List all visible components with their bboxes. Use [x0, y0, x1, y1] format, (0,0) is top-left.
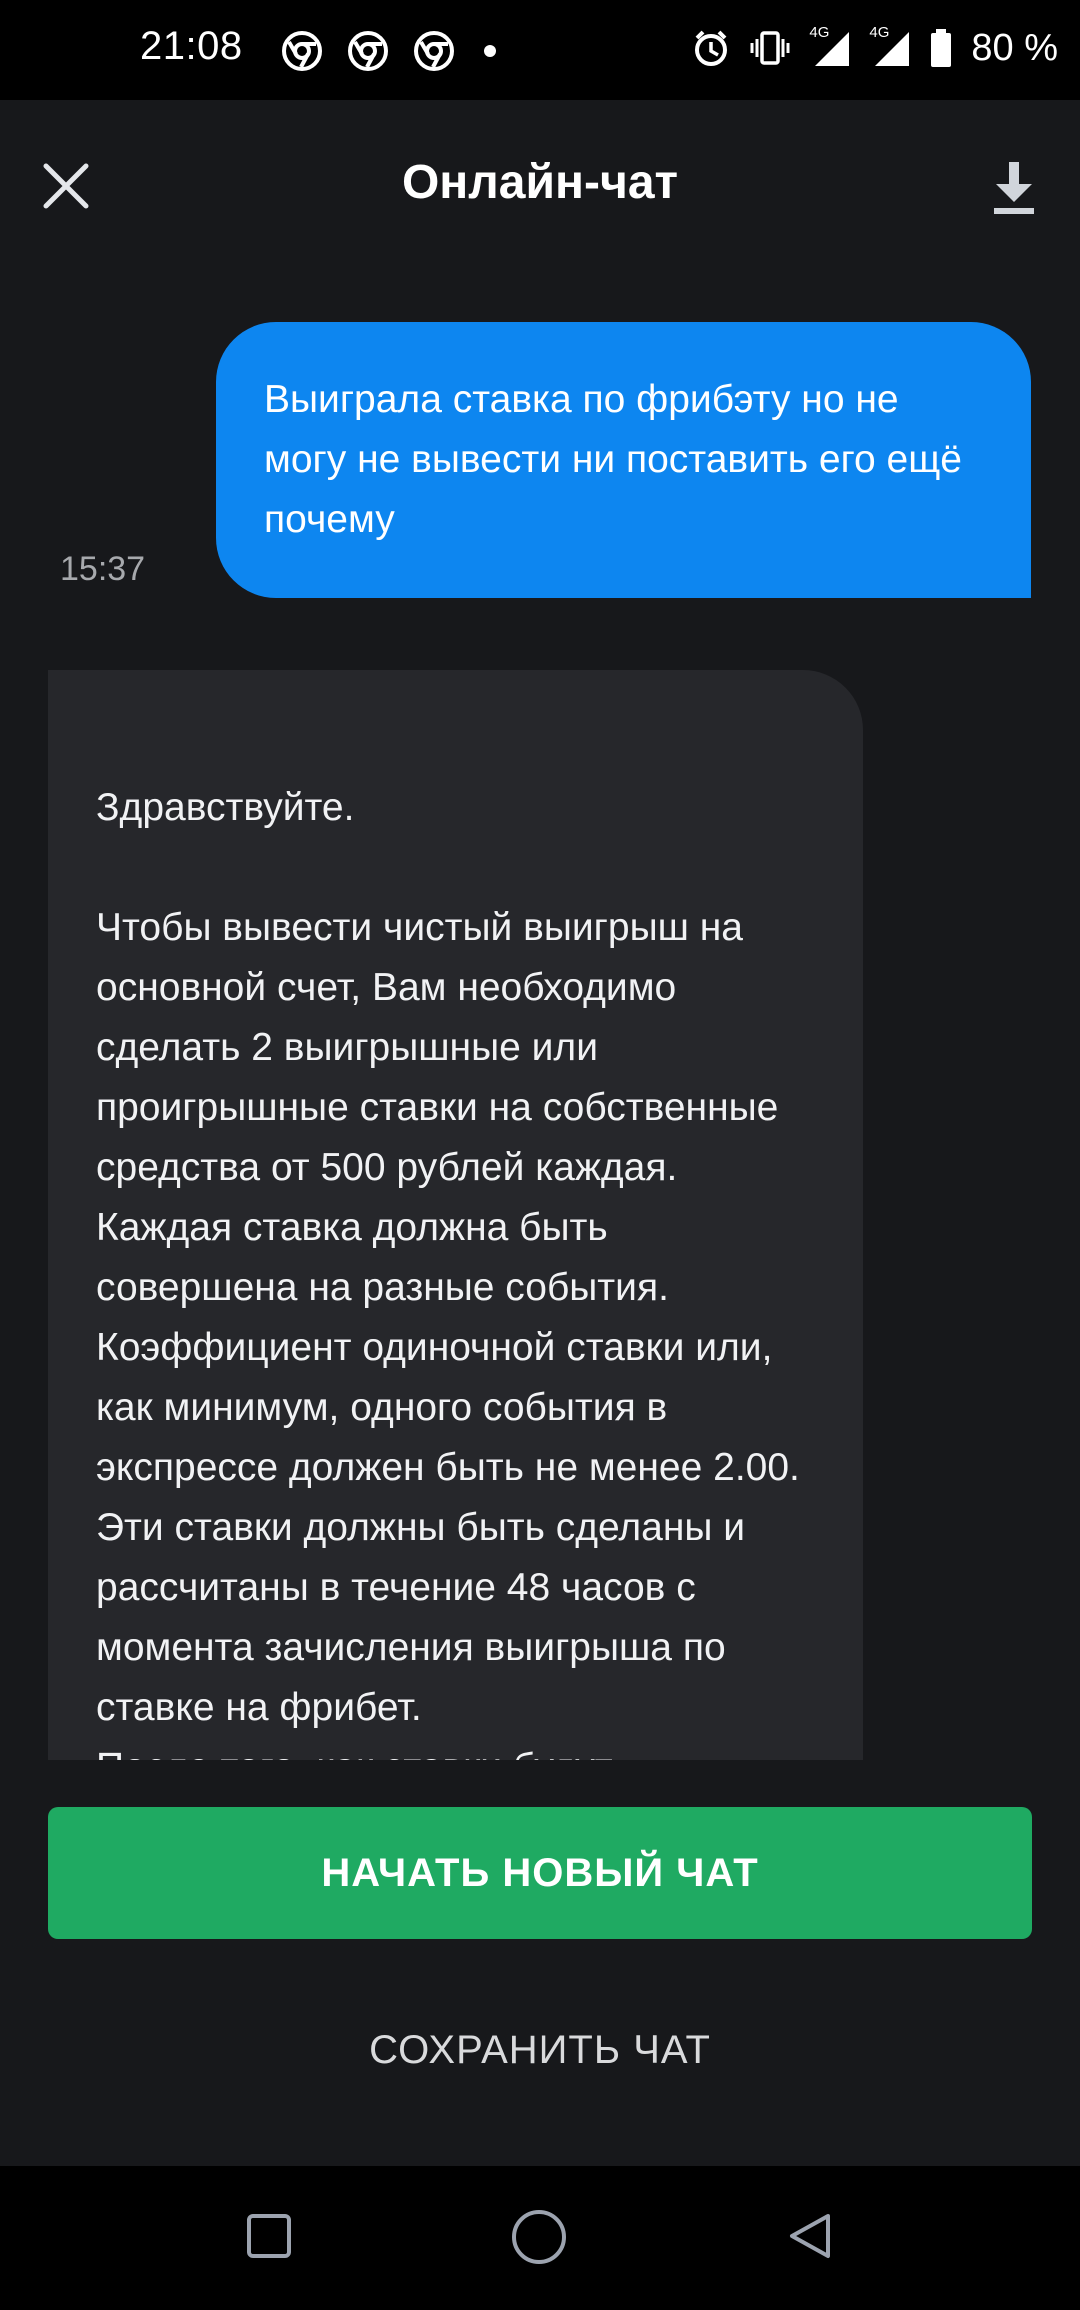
chat-messages: Выиграла ставка по фрибэту но не могу не…	[0, 280, 1080, 1760]
signal-group-1: 4G	[809, 24, 851, 68]
signal-group-2: 4G	[869, 24, 911, 68]
chrome-icon	[414, 31, 454, 71]
network-label: 4G	[869, 24, 890, 41]
recent-apps-icon[interactable]	[245, 2212, 293, 2260]
navigation-bar	[0, 2166, 1080, 2310]
chrome-icon	[282, 31, 322, 71]
new-chat-button[interactable]: НАЧАТЬ НОВЫЙ ЧАТ	[48, 1807, 1032, 1939]
download-icon[interactable]	[986, 160, 1042, 216]
status-time: 21:08	[140, 24, 243, 68]
network-label: 4G	[809, 24, 830, 41]
back-icon[interactable]	[786, 2210, 834, 2262]
chrome-icon	[348, 31, 388, 71]
system-icons: 4G 4G 80 %	[691, 24, 1058, 70]
status-bar: 21:08 4G 4G 80 %	[0, 0, 1080, 100]
battery-icon	[931, 29, 952, 67]
vibrate-icon	[750, 31, 790, 65]
agent-message: Здравствуйте. Чтобы вывести чистый выигр…	[48, 670, 863, 1760]
user-message: Выиграла ставка по фрибэту но не могу не…	[216, 322, 1031, 598]
home-icon[interactable]	[510, 2208, 568, 2266]
chat-header: Онлайн-чат	[0, 100, 1080, 280]
notification-dot	[484, 45, 496, 57]
battery-percentage: 80 %	[971, 27, 1058, 69]
chat-screen: 21:08 4G 4G 80 % Онлайн-чат Выиграла ста…	[0, 0, 1080, 2310]
message-text: Выиграла ставка по фрибэту но не могу не…	[264, 378, 962, 541]
message-time: 15:37	[60, 550, 146, 588]
notification-icons	[282, 30, 496, 72]
page-title: Онлайн-чат	[401, 156, 679, 209]
save-chat-button[interactable]: СОХРАНИТЬ ЧАТ	[48, 2000, 1032, 2100]
alarm-icon	[695, 30, 728, 66]
message-text: Здравствуйте. Чтобы вывести чистый выигр…	[96, 786, 800, 1760]
